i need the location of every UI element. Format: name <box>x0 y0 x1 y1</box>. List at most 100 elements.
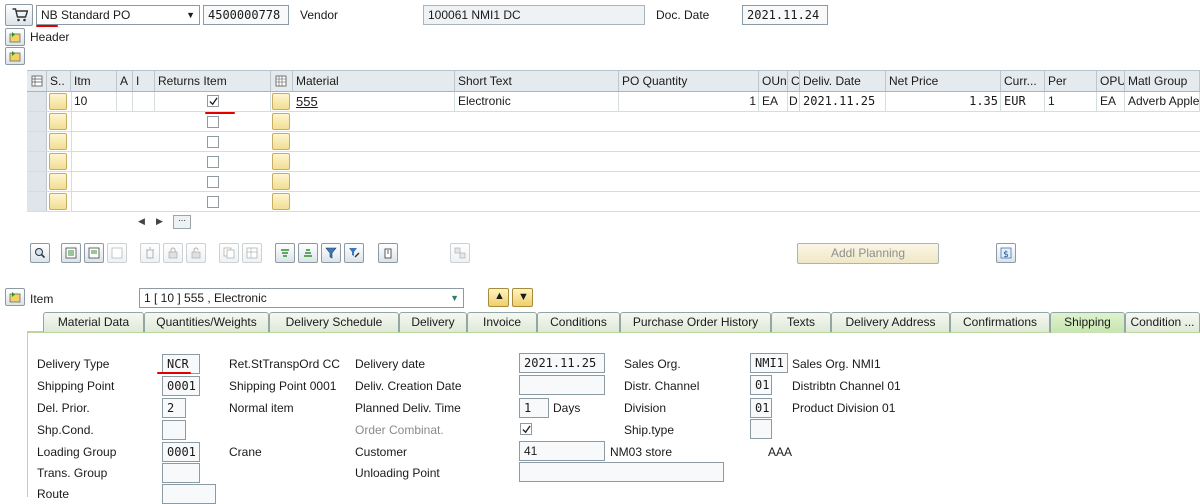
unlock-button[interactable] <box>186 243 206 263</box>
material-f4-cell[interactable] <box>272 153 290 170</box>
tab-purchase-order-history[interactable]: Purchase Order History <box>620 312 771 332</box>
ship-type-field[interactable] <box>750 419 772 439</box>
po-number-field[interactable]: 4500000778 <box>203 5 289 25</box>
details-button[interactable] <box>30 243 50 263</box>
material-f4-cell[interactable] <box>272 93 290 110</box>
status-cell[interactable] <box>49 173 67 190</box>
order-combinat-checkbox[interactable] <box>520 423 532 435</box>
cell-itm[interactable]: 10 <box>71 92 117 112</box>
table-row[interactable]: 10 555 Electronic 1 EA D 2021.11.25 1.35… <box>27 92 1200 112</box>
customer-field[interactable]: 41 <box>519 441 605 461</box>
row-selector[interactable] <box>27 172 47 191</box>
cell-opu[interactable]: EA <box>1097 92 1125 112</box>
returns-item-checkbox[interactable] <box>207 196 219 208</box>
item-select[interactable]: 1 [ 10 ] 555 , Electronic ▼ <box>139 288 464 308</box>
table-row[interactable] <box>27 192 1200 212</box>
col-header-c[interactable]: C <box>788 71 800 92</box>
currency-button[interactable]: $ <box>996 243 1016 263</box>
tab-quantities-weights[interactable]: Quantities/Weights <box>144 312 269 332</box>
delivery-date-field[interactable]: 2021.11.25 <box>519 353 605 373</box>
select-all-button[interactable] <box>61 243 81 263</box>
material-f4-cell[interactable] <box>272 113 290 130</box>
header-expand-button[interactable] <box>5 28 25 46</box>
route-field[interactable] <box>162 484 216 504</box>
col-header-per[interactable]: Per <box>1045 71 1097 92</box>
cell-net-price[interactable]: 1.35 <box>886 92 1001 112</box>
col-header-returns-item[interactable]: Returns Item <box>155 71 271 92</box>
col-header-matl-group[interactable]: Matl Group <box>1125 71 1200 92</box>
col-header-a[interactable]: A <box>117 71 133 92</box>
trans-group-field[interactable] <box>162 463 200 483</box>
col-header-currency[interactable]: Curr... <box>1001 71 1045 92</box>
vendor-field[interactable]: 100061 NMI1 DC <box>423 5 645 25</box>
filter-button[interactable] <box>321 243 341 263</box>
row-selector[interactable] <box>27 192 47 211</box>
item-collapse-button[interactable] <box>5 288 25 306</box>
cell-per[interactable]: 1 <box>1045 92 1097 112</box>
deselect-button[interactable] <box>107 243 127 263</box>
delivery-type-field[interactable]: NCR <box>162 354 200 374</box>
doc-type-select[interactable]: NB Standard PO ▼ <box>36 5 200 25</box>
cart-button[interactable] <box>5 4 33 26</box>
tab-material-data[interactable]: Material Data <box>43 312 144 332</box>
col-header-short-text[interactable]: Short Text <box>455 71 619 92</box>
tab-confirmations[interactable]: Confirmations <box>950 312 1050 332</box>
col-header-material[interactable]: Material <box>293 71 455 92</box>
scroll-right-icon[interactable]: ▶ <box>156 216 163 227</box>
returns-item-checkbox[interactable] <box>207 176 219 188</box>
tab-shipping[interactable]: Shipping <box>1050 312 1125 333</box>
cell-oun[interactable]: EA <box>759 92 788 112</box>
material-f4-cell[interactable] <box>272 173 290 190</box>
returns-item-checkbox[interactable] <box>207 116 219 128</box>
material-f4-cell[interactable] <box>272 133 290 150</box>
items-overview-button[interactable] <box>5 47 25 65</box>
tab-condition-more[interactable]: Condition ... <box>1125 312 1200 332</box>
tab-texts[interactable]: Texts <box>771 312 831 332</box>
col-header-po-quantity[interactable]: PO Quantity <box>619 71 759 92</box>
tab-delivery-schedule[interactable]: Delivery Schedule <box>269 312 399 332</box>
del-prior-field[interactable]: 2 <box>162 398 186 418</box>
shipping-point-field[interactable]: 0001 <box>162 376 200 396</box>
shp-cond-field[interactable] <box>162 420 186 440</box>
copy-button[interactable] <box>219 243 239 263</box>
col-header-material-icon[interactable] <box>271 71 293 92</box>
doc-date-field[interactable]: 2021.11.24 <box>742 5 828 25</box>
distr-channel-field[interactable]: 01 <box>750 375 772 395</box>
cell-c[interactable]: D <box>788 92 800 112</box>
returns-item-checkbox[interactable] <box>207 156 219 168</box>
status-cell[interactable] <box>49 133 67 150</box>
row-selector[interactable] <box>27 152 47 171</box>
cell-po-quantity[interactable]: 1 <box>619 92 759 112</box>
cell-matl-group[interactable]: Adverb Apple <box>1125 92 1200 112</box>
table-row[interactable] <box>27 152 1200 172</box>
returns-item-checkbox[interactable] <box>207 136 219 148</box>
loading-group-field[interactable]: 0001 <box>162 442 200 462</box>
next-item-button[interactable]: ▼ <box>512 288 533 307</box>
status-cell[interactable] <box>49 153 67 170</box>
table-settings-header[interactable] <box>27 71 47 92</box>
scroll-left-icon[interactable]: ◀ <box>138 216 145 227</box>
unloading-point-field[interactable] <box>519 462 724 482</box>
status-cell[interactable] <box>49 93 67 110</box>
print-button[interactable] <box>378 243 398 263</box>
previous-item-button[interactable]: ▲ <box>488 288 509 307</box>
col-header-i[interactable]: I <box>133 71 155 92</box>
table-row[interactable] <box>27 132 1200 152</box>
sort-button[interactable] <box>275 243 295 263</box>
delete-button[interactable] <box>140 243 160 263</box>
division-field[interactable]: 01 <box>750 398 772 418</box>
col-header-itm[interactable]: Itm <box>71 71 117 92</box>
row-selector[interactable] <box>27 132 47 151</box>
status-cell[interactable] <box>49 193 67 210</box>
material-f4-cell[interactable] <box>272 193 290 210</box>
status-cell[interactable] <box>49 113 67 130</box>
planned-deliv-time-field[interactable]: 1 <box>519 398 549 418</box>
services-button[interactable] <box>450 243 470 263</box>
col-header-opu[interactable]: OPU <box>1097 71 1125 92</box>
table-row[interactable] <box>27 172 1200 192</box>
table-row[interactable] <box>27 112 1200 132</box>
row-selector[interactable] <box>27 112 47 131</box>
grid-settings-button[interactable] <box>242 243 262 263</box>
material-link[interactable]: 555 <box>296 94 318 109</box>
addl-planning-button[interactable]: Addl Planning <box>797 243 939 264</box>
